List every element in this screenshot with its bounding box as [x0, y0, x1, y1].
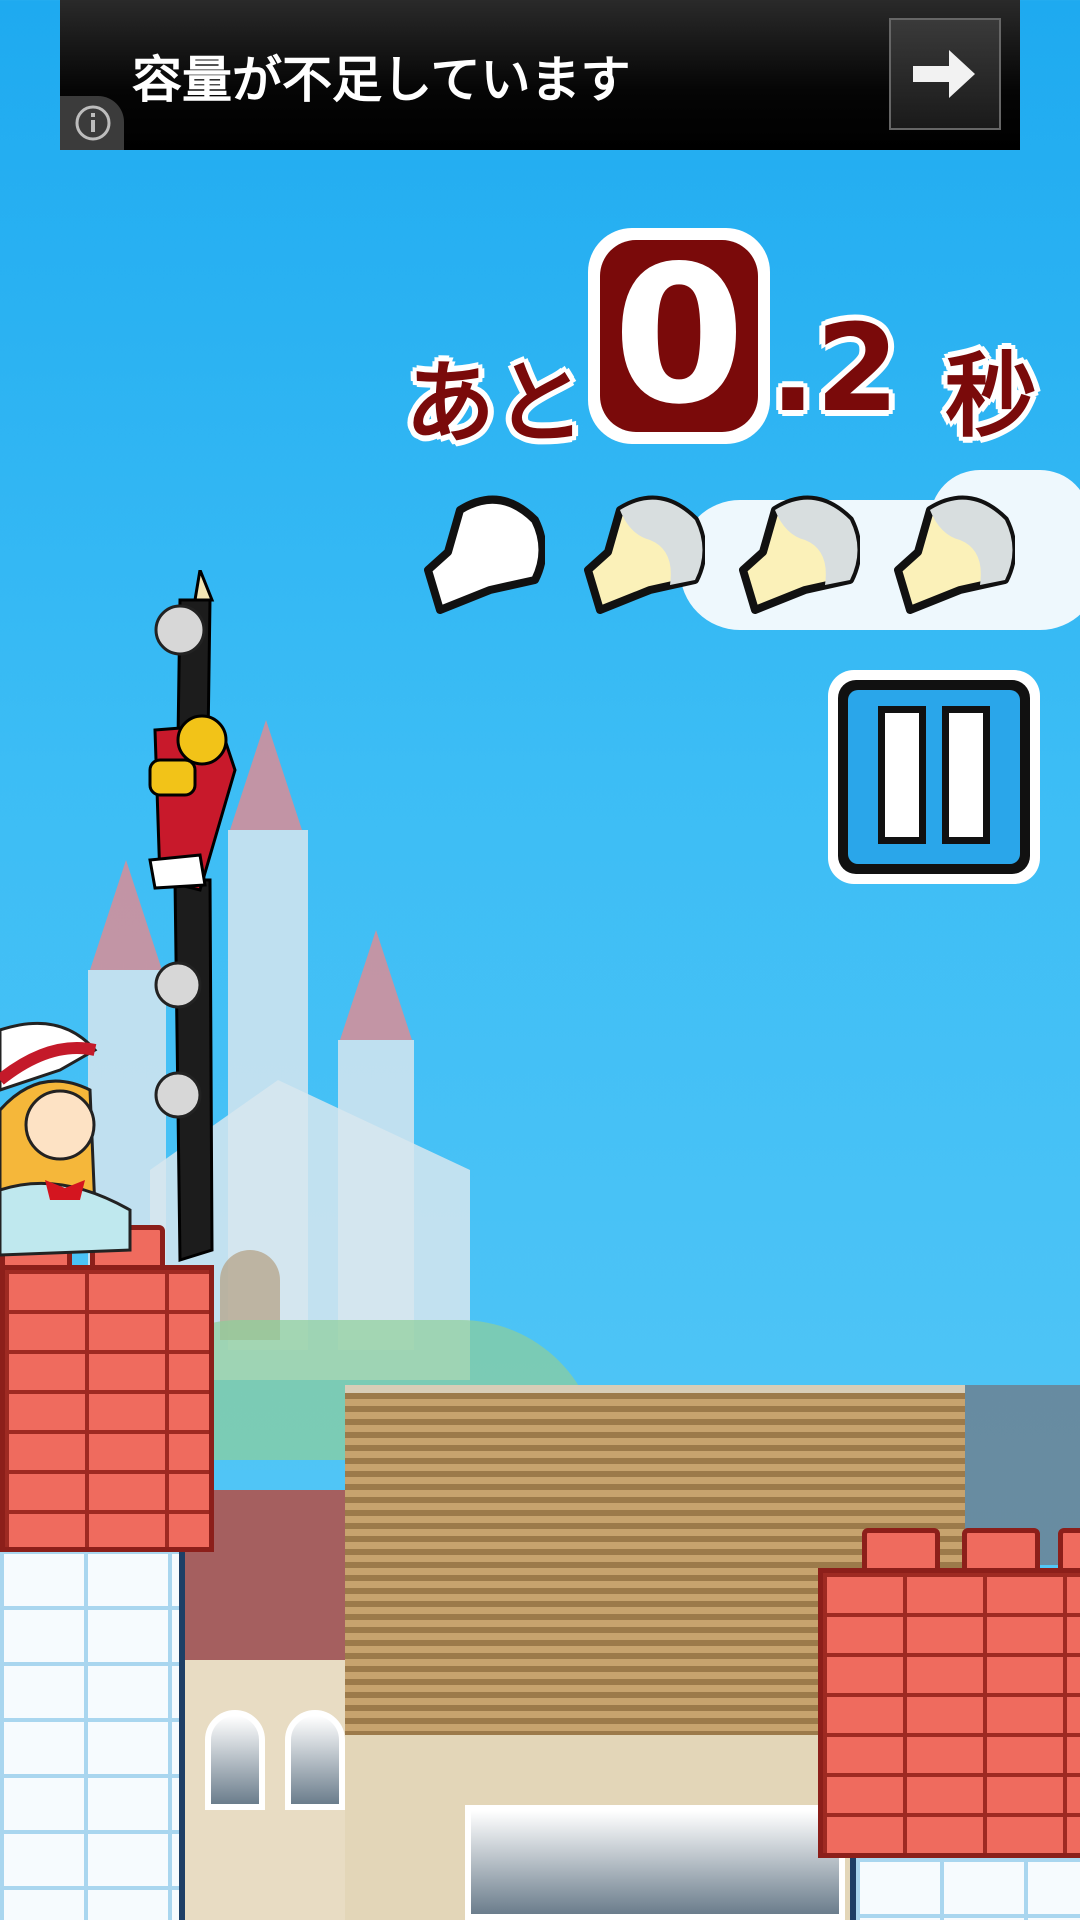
left-brick-tower [0, 1265, 214, 1552]
ad-arrow-button[interactable] [889, 18, 1001, 130]
white-brick-building [0, 1550, 185, 1920]
timer-whole-box: 0 [588, 228, 770, 444]
character-stack [148, 570, 237, 1263]
pause-icon [848, 690, 1020, 864]
ad-info-badge[interactable] [60, 96, 124, 150]
timer-prefix: あと [405, 351, 585, 456]
timer-suffix: 秒 [945, 343, 1038, 450]
timer-fraction: .2 [770, 300, 900, 439]
lives-row [420, 490, 1030, 625]
princess-character [0, 1021, 132, 1257]
beige-building [185, 1490, 350, 1920]
head-empty-icon [424, 495, 545, 614]
timer-whole-seconds: 0 [612, 225, 746, 446]
head-filled-icon [894, 495, 1015, 614]
right-brick-tower [818, 1568, 1080, 1858]
white-brick-building [850, 1858, 1080, 1920]
ad-banner[interactable]: 容量が不足しています [60, 0, 1020, 150]
pause-button[interactable] [828, 670, 1040, 884]
ad-text[interactable]: 容量が不足しています [132, 40, 631, 112]
info-icon [75, 105, 111, 141]
arrow-right-icon [913, 50, 975, 98]
head-filled-icon [739, 495, 860, 614]
head-filled-icon [584, 495, 705, 614]
